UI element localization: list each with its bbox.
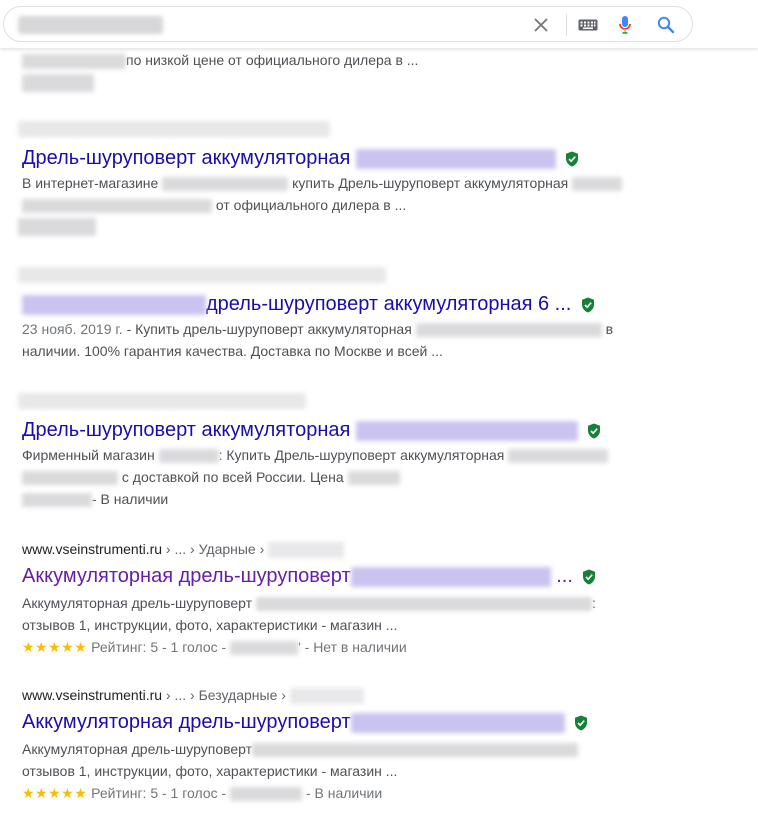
redacted-text: [415, 323, 602, 338]
result-title-link[interactable]: Дрель-шуруповерт аккумуляторная: [22, 417, 642, 443]
redacted-text: [158, 449, 219, 464]
result-snippet: по низкой цене от официального дилера в …: [22, 49, 642, 71]
result-title-link[interactable]: Дрель-шуруповерт аккумуляторная: [22, 145, 642, 171]
keyboard-icon[interactable]: [577, 14, 599, 36]
redacted-title: [355, 148, 556, 169]
result-snippet: 23 нояб. 2019 г. - Купить дрель-шурупове…: [22, 318, 642, 362]
result-url[interactable]: [18, 264, 642, 284]
rating-stars: ★★★★★: [22, 785, 88, 801]
redacted-text: [255, 597, 592, 612]
result-snippet: Фирменный магазин : Купить Дрель-шурупов…: [22, 444, 642, 510]
snippet-text: купить Дрель-шуруповерт аккумуляторная: [292, 175, 569, 191]
redacted-text: [22, 74, 94, 92]
rating-text: Рейтинг: 5 - 1 голос -: [87, 785, 231, 801]
search-divider: [566, 14, 567, 36]
result-domain: www.vseinstrumenti.ru: [22, 541, 163, 557]
snippet-text: В интернет-магазине: [22, 175, 159, 191]
result-title-link[interactable]: дрель-шуруповерт аккумуляторная 6 ...: [22, 291, 642, 317]
result-url[interactable]: www.vseinstrumenti.ru › ... › Ударные ›: [22, 539, 642, 559]
redacted-text: [252, 743, 579, 758]
verified-shield-icon: [583, 569, 596, 585]
result-title: Дрель-шуруповерт аккумуляторная: [22, 419, 351, 441]
snippet-text: :: [591, 595, 596, 611]
result-domain: www.vseinstrumenti.ru: [22, 687, 163, 703]
redacted-text: [22, 493, 92, 508]
snippet-text: Фирменный магазин: [22, 447, 155, 463]
search-box[interactable]: [3, 6, 693, 42]
redacted-title: [355, 420, 578, 441]
result-date: 23 нояб. 2019 г.: [22, 321, 123, 337]
result-snippet: Аккумуляторная дрель-шуруповерт : отзыво…: [22, 592, 642, 658]
snippet-text: - В наличии: [92, 491, 169, 507]
result-breadcrumb: › ... › Ударные ›: [162, 541, 269, 557]
snippet-text: - Купить дрель-шуруповерт аккумуляторная: [122, 321, 412, 337]
result-url[interactable]: [18, 118, 642, 138]
result-url[interactable]: www.vseinstrumenti.ru › ... › Безударные…: [22, 685, 642, 705]
result-title: дрель-шуруповерт аккумуляторная 6 ...: [206, 293, 572, 315]
result-url[interactable]: [18, 390, 642, 410]
rating-text: Рейтинг: 5 - 1 голос -: [87, 639, 231, 655]
result-title: Аккумуляторная дрель-шуруповерт: [22, 711, 351, 733]
verified-shield-icon: [588, 423, 601, 439]
redacted-text: [22, 199, 212, 214]
result-title-link[interactable]: Аккумуляторная дрель-шуруповерт ...: [22, 563, 642, 589]
redacted-url: [18, 121, 330, 138]
redacted-text: [347, 471, 400, 486]
search-result: www.vseinstrumenti.ru › ... › Ударные › …: [22, 539, 642, 658]
result-title-link[interactable]: Аккумуляторная дрель-шуруповерт: [22, 709, 642, 735]
snippet-text: : Купить Дрель-шуруповерт аккумуляторная: [218, 447, 505, 463]
redacted-text: [18, 218, 96, 236]
snippet-text: отзывов 1, инструкции, фото, характерист…: [22, 763, 398, 779]
close-icon[interactable]: [530, 14, 552, 36]
search-result: Дрель-шуруповерт аккумуляторная В интерн…: [18, 118, 642, 236]
result-snippet: В интернет-магазине купить Дрель-шурупов…: [22, 172, 642, 216]
result-title-ellipsis: ...: [556, 565, 573, 587]
snippet-text: в: [605, 321, 614, 337]
redacted-text: [268, 542, 345, 559]
result-breadcrumb: › ... › Безударные ›: [162, 687, 290, 703]
availability-text: - В наличии: [302, 785, 383, 801]
redacted-text: [230, 787, 303, 802]
redacted-url: [18, 393, 306, 410]
snippet-text: от официального дилера в ...: [215, 197, 407, 213]
search-input[interactable]: [18, 13, 522, 37]
redacted-title: [22, 294, 206, 315]
search-icon[interactable]: [655, 14, 677, 36]
snippet-text: отзывов 1, инструкции, фото, характерист…: [22, 617, 398, 633]
redacted-url: [18, 267, 386, 284]
snippet-text: Аккумуляторная дрель-шуруповерт: [22, 595, 253, 611]
redacted-text: [162, 177, 289, 192]
result-snippet: Аккумуляторная дрель-шуруповерт отзывов …: [22, 738, 642, 804]
rating-stars: ★★★★★: [22, 639, 88, 655]
redacted-text: [289, 688, 364, 705]
snippet-text: с доставкой по всей России. Цена: [121, 469, 344, 485]
redacted-text: [508, 449, 609, 464]
search-result: по низкой цене от официального дилера в …: [22, 49, 642, 92]
microphone-icon[interactable]: [614, 14, 636, 36]
search-result: www.vseinstrumenti.ru › ... › Безударные…: [22, 685, 642, 804]
search-result: Дрель-шуруповерт аккумуляторная Фирменны…: [18, 390, 642, 510]
availability-text: ' - Нет в наличии: [298, 639, 407, 655]
search-result: дрель-шуруповерт аккумуляторная 6 ... 23…: [18, 264, 642, 362]
result-title: Аккумуляторная дрель-шуруповерт: [22, 565, 351, 587]
redacted-title: [350, 712, 565, 733]
search-header: [0, 0, 758, 48]
redacted-text: [572, 177, 623, 192]
verified-shield-icon: [581, 297, 594, 313]
redacted-text: [230, 641, 299, 656]
snippet-text: Аккумуляторная дрель-шуруповерт: [22, 741, 253, 757]
snippet-text: наличии. 100% гарантия качества. Доставк…: [22, 343, 443, 359]
snippet-text: по низкой цене от официального дилера в …: [126, 52, 419, 68]
redacted-title: [350, 566, 551, 587]
result-title: Дрель-шуруповерт аккумуляторная: [22, 147, 351, 169]
redacted-text: [22, 471, 118, 486]
verified-shield-icon: [575, 715, 588, 731]
verified-shield-icon: [566, 151, 579, 167]
redacted-text: [22, 53, 126, 69]
